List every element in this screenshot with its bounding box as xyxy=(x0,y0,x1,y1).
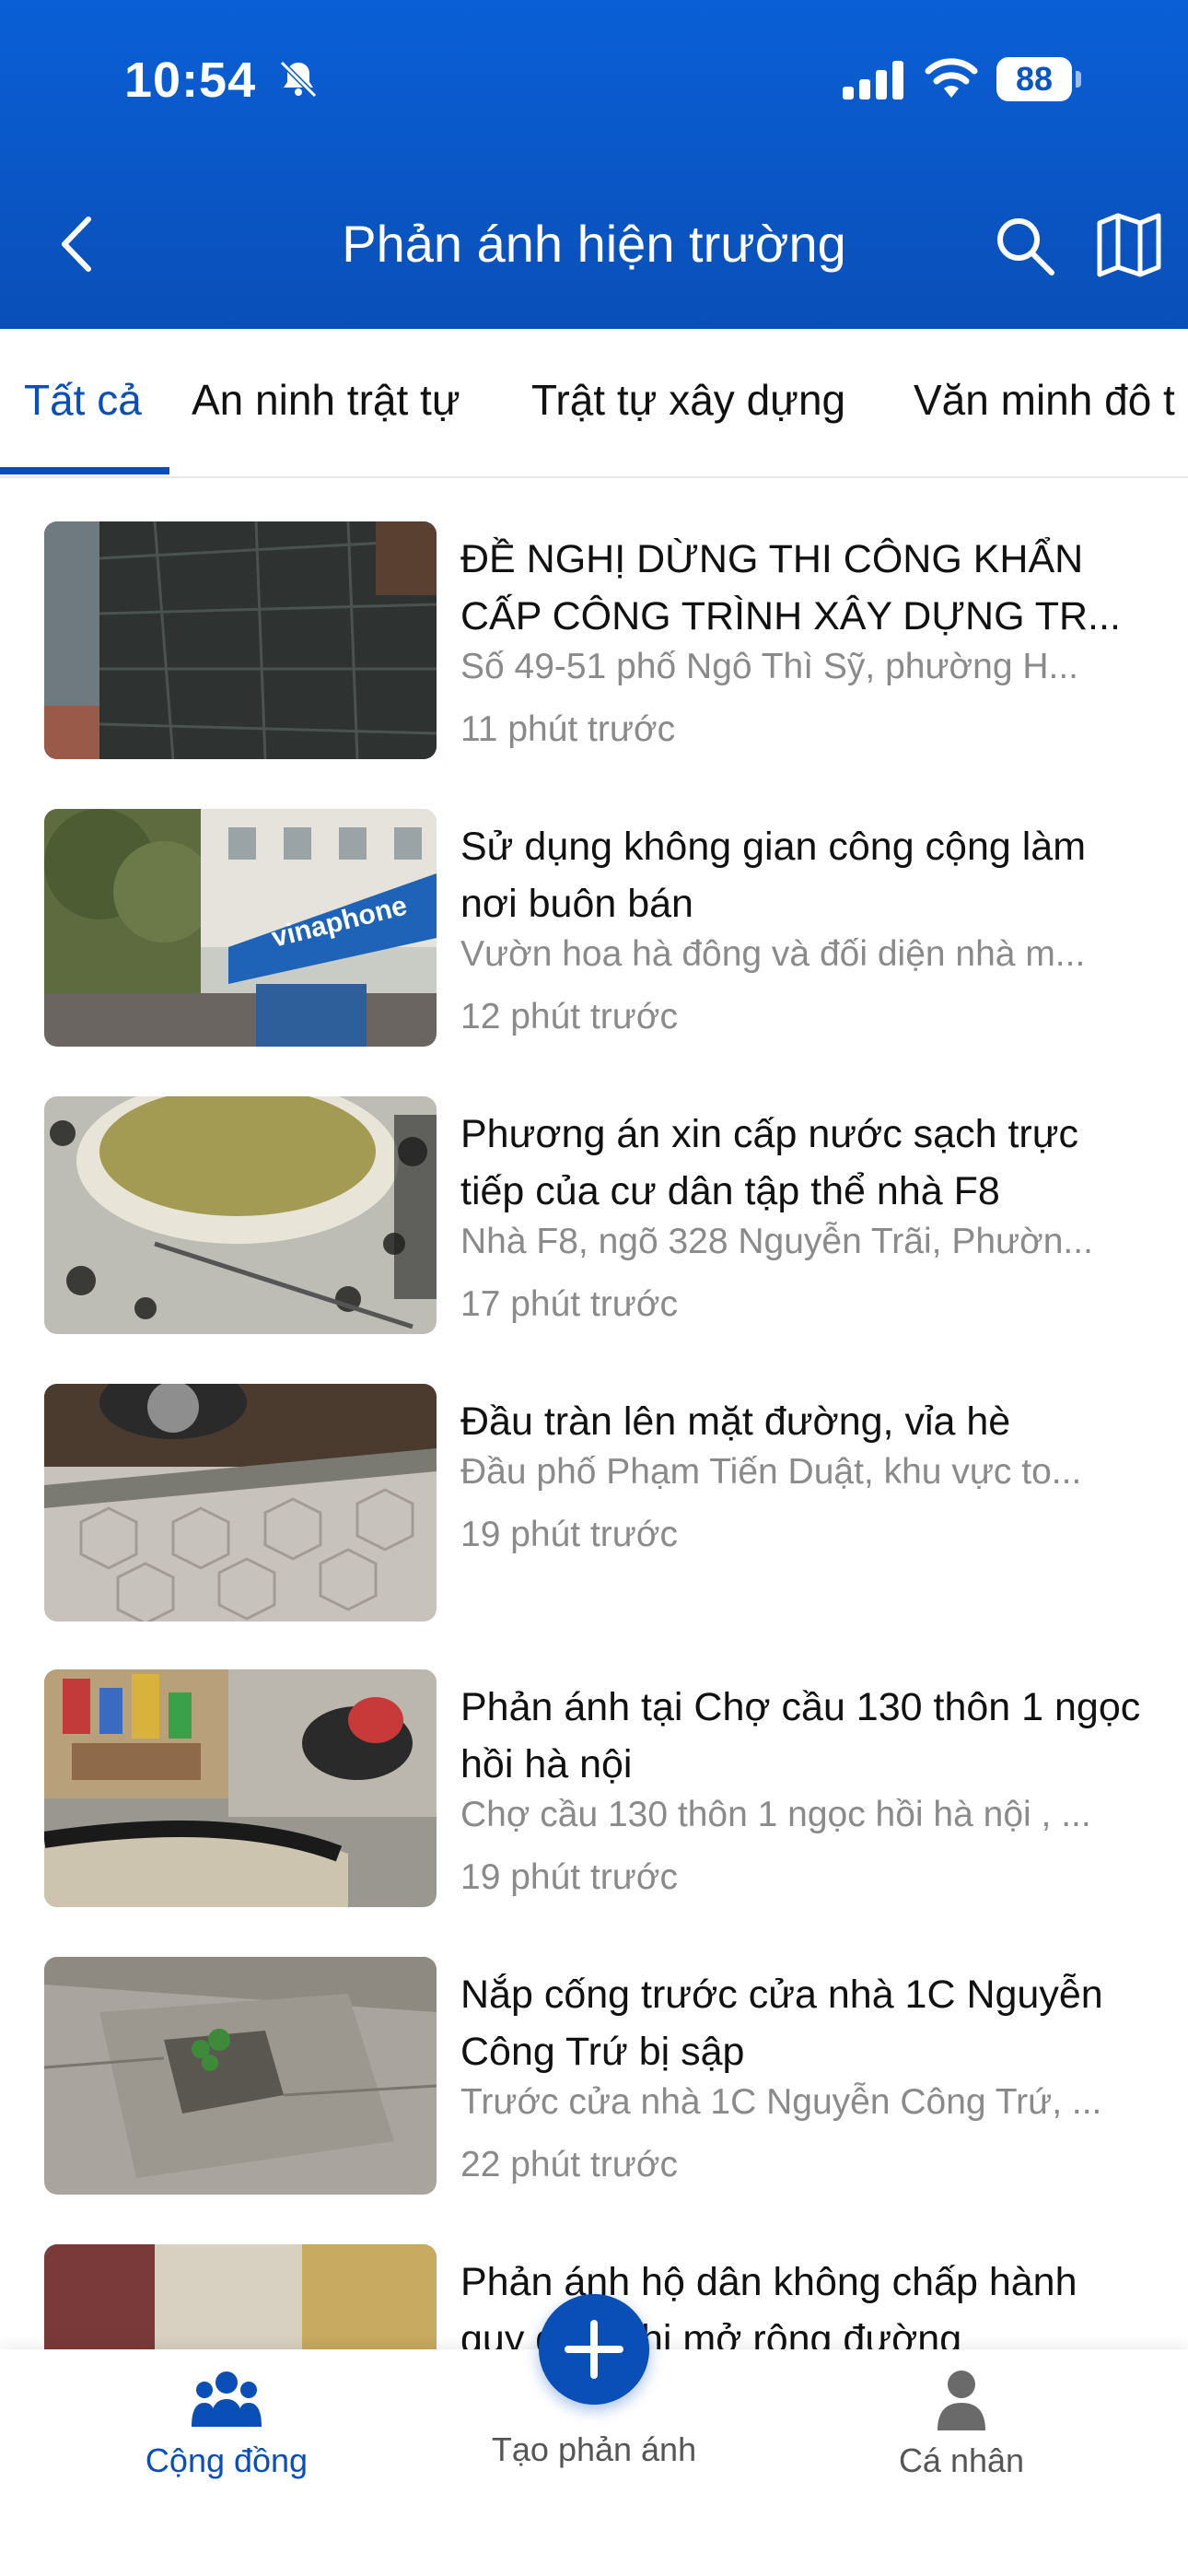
nav-create-label: Tạo phản ánh xyxy=(491,2430,697,2468)
nav-create[interactable]: Tạo phản ánh xyxy=(456,2421,732,2469)
battery-indicator: 88 xyxy=(996,57,1081,101)
active-tab-indicator xyxy=(0,467,169,474)
report-address: Số 49-51 phố Ngô Thì Sỹ, phường H... xyxy=(460,647,1079,686)
status-bar: 10:54 88 xyxy=(0,0,1188,157)
report-thumbnail xyxy=(44,1957,437,2195)
report-thumbnail: vinaphone xyxy=(44,809,437,1047)
category-tabs: Tất cả An ninh trật tự Trật tự xây dựng … xyxy=(0,329,1188,478)
report-time: 11 phút trước xyxy=(460,709,676,749)
report-time: 19 phút trước xyxy=(460,1515,678,1554)
nav-community-label: Cộng đồng xyxy=(145,2441,309,2479)
report-time: 19 phút trước xyxy=(460,1857,678,1897)
nav-profile-label: Cá nhân xyxy=(898,2441,1025,2479)
report-title: Phản ánh tại Chợ cầu 130 thôn 1 ngọc hồi… xyxy=(460,1685,1141,1786)
report-time: 17 phút trước xyxy=(460,1284,678,1324)
tab-urban-civilization[interactable]: Văn minh đô t xyxy=(914,375,1175,425)
bell-off-icon xyxy=(279,60,318,99)
search-icon[interactable] xyxy=(993,214,1057,278)
tab-all[interactable]: Tất cả xyxy=(24,375,142,425)
report-address: Trước cửa nhà 1C Nguyễn Công Trứ, ... xyxy=(460,2082,1102,2122)
battery-level: 88 xyxy=(996,57,1072,101)
community-icon xyxy=(192,2371,262,2427)
wifi-icon xyxy=(925,58,978,98)
map-icon[interactable] xyxy=(1094,210,1164,280)
report-time: 22 phút trước xyxy=(460,2145,678,2184)
cellular-signal-icon xyxy=(843,61,903,100)
app-header: 10:54 88 Phản ánh hiện trường xyxy=(0,0,1188,329)
battery-cap xyxy=(1076,71,1081,88)
report-thumbnail xyxy=(44,1096,437,1334)
report-address: Đầu phố Phạm Tiến Duật, khu vực to... xyxy=(460,1452,1082,1492)
report-address: Chợ cầu 130 thôn 1 ngọc hồi hà nội , ... xyxy=(460,1795,1091,1834)
report-title: Phương án xin cấp nước sạch trực tiếp củ… xyxy=(460,1112,1078,1213)
report-address: Vườn hoa hà đông và đối diện nhà m... xyxy=(460,934,1086,974)
report-title: Đầu tràn lên mặt đường, vỉa hè xyxy=(460,1399,1011,1444)
report-title: Sử dụng không gian công cộng làm nơi buô… xyxy=(460,825,1087,926)
status-time: 10:54 xyxy=(124,53,257,108)
report-address: Nhà F8, ngõ 328 Nguyễn Trãi, Phườn... xyxy=(460,1222,1093,1261)
report-time: 12 phút trước xyxy=(460,997,678,1036)
nav-profile[interactable]: Cá nhân xyxy=(823,2368,1100,2480)
tab-security-order[interactable]: An ninh trật tự xyxy=(192,375,460,425)
report-thumbnail xyxy=(44,1669,437,1907)
person-icon xyxy=(938,2371,985,2430)
report-title: Nắp cống trước cửa nhà 1C Nguyễn Công Tr… xyxy=(460,1973,1103,2074)
report-title: ĐỀ NGHỊ DỪNG THI CÔNG KHẨN CẤP CÔNG TRÌN… xyxy=(460,537,1121,638)
tab-construction-order[interactable]: Trật tự xây dựng xyxy=(531,375,845,425)
report-thumbnail xyxy=(44,1384,437,1622)
report-thumbnail xyxy=(44,521,437,759)
create-report-button[interactable] xyxy=(539,2294,649,2405)
nav-community[interactable]: Cộng đồng xyxy=(88,2368,365,2480)
